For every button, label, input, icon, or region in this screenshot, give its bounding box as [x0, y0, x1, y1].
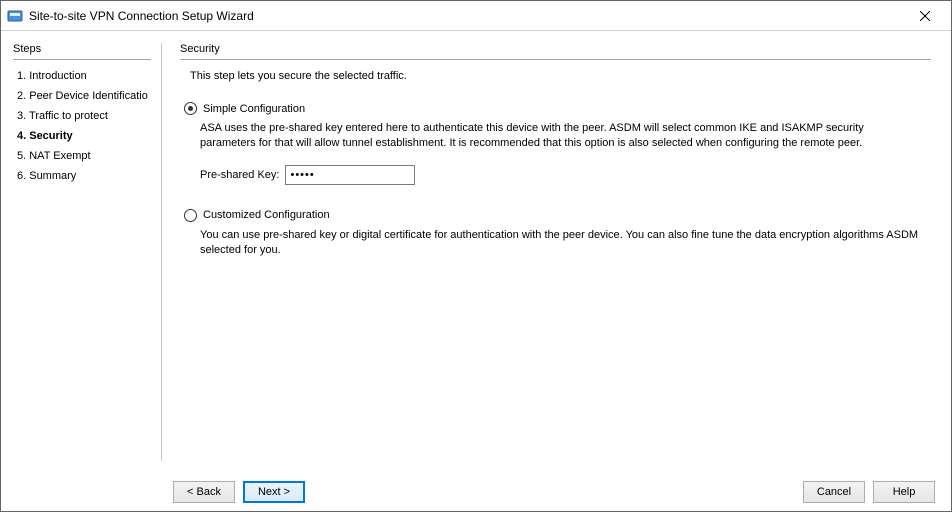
- step-item-introduction: 1. Introduction: [13, 66, 155, 86]
- step-item-peer: 2. Peer Device Identificatio: [13, 86, 155, 106]
- close-button[interactable]: [903, 2, 947, 30]
- next-button[interactable]: Next >: [243, 481, 305, 503]
- simple-config-description: ASA uses the pre-shared key entered here…: [200, 121, 919, 151]
- preshared-key-input[interactable]: [285, 165, 415, 185]
- intro-text: This step lets you secure the selected t…: [190, 70, 931, 82]
- main-panel: Security This step lets you secure the s…: [162, 31, 951, 471]
- step-item-security: 4. Security: [13, 126, 155, 146]
- radio-customized-configuration[interactable]: Customized Configuration: [184, 209, 931, 222]
- custom-config-description: You can use pre-shared key or digital ce…: [200, 228, 919, 258]
- window-title: Site-to-site VPN Connection Setup Wizard: [29, 9, 903, 23]
- radio-unselected-icon: [184, 209, 197, 222]
- radio-selected-icon: [184, 102, 197, 115]
- preshared-key-label: Pre-shared Key:: [200, 169, 279, 181]
- help-button[interactable]: Help: [873, 481, 935, 503]
- custom-config-label: Customized Configuration: [203, 209, 330, 221]
- simple-config-label: Simple Configuration: [203, 103, 305, 115]
- back-button[interactable]: < Back: [173, 481, 235, 503]
- cancel-button[interactable]: Cancel: [803, 481, 865, 503]
- app-icon: [7, 8, 23, 24]
- step-item-traffic: 3. Traffic to protect: [13, 106, 155, 126]
- steps-heading: Steps: [13, 43, 151, 60]
- preshared-key-row: Pre-shared Key:: [200, 165, 931, 185]
- step-item-nat: 5. NAT Exempt: [13, 146, 155, 166]
- wizard-footer: < Back Next > Cancel Help: [1, 471, 951, 511]
- steps-sidebar: Steps 1. Introduction 2. Peer Device Ide…: [1, 31, 161, 471]
- radio-simple-configuration[interactable]: Simple Configuration: [184, 102, 931, 115]
- step-item-summary: 6. Summary: [13, 166, 155, 186]
- wizard-content: Steps 1. Introduction 2. Peer Device Ide…: [1, 31, 951, 471]
- titlebar: Site-to-site VPN Connection Setup Wizard: [1, 1, 951, 31]
- page-title: Security: [180, 43, 931, 60]
